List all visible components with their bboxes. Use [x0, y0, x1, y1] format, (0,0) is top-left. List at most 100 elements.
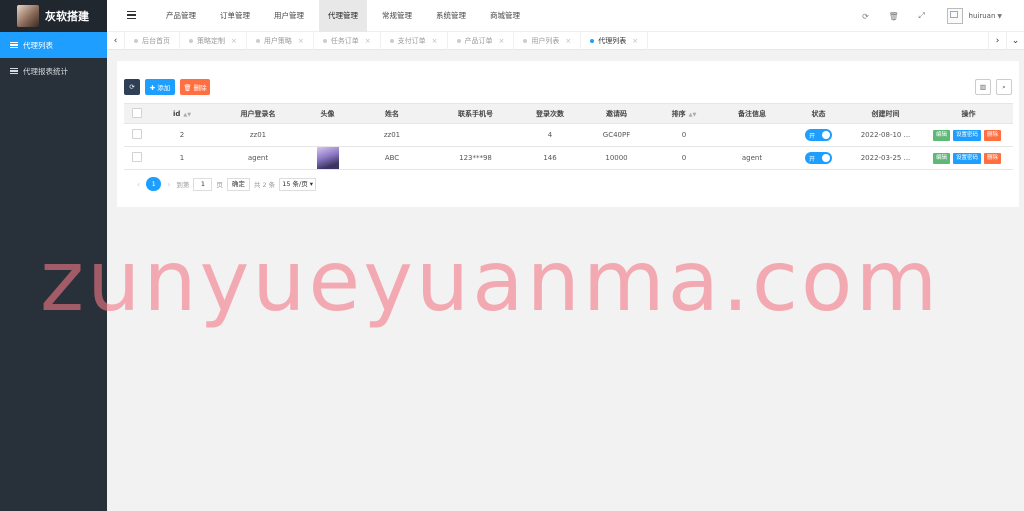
- tab-label: 产品订单: [464, 37, 493, 45]
- confirm-page-button[interactable]: 确定: [226, 177, 250, 191]
- sort-icon[interactable]: ▲▼: [183, 112, 191, 118]
- prev-page-icon[interactable]: ‹: [137, 180, 140, 189]
- cell-login: agent: [215, 146, 301, 170]
- tab-product-orders[interactable]: 产品订单 ×: [448, 32, 515, 50]
- close-icon[interactable]: ×: [499, 37, 505, 45]
- topnav-product[interactable]: 产品管理: [157, 0, 205, 32]
- refresh-button[interactable]: ⟳: [124, 79, 140, 95]
- cell-logins: 146: [521, 146, 579, 170]
- tab-label: 任务订单: [330, 37, 359, 45]
- tabs-menu-chevron-down-icon[interactable]: ⌄: [1006, 32, 1024, 50]
- menu-toggle-icon[interactable]: [127, 11, 136, 19]
- cell-invite: GC40PF: [579, 123, 654, 147]
- avatar[interactable]: [316, 147, 339, 169]
- tabs-scroll-right-icon[interactable]: ›: [988, 32, 1006, 50]
- col-name: 姓名: [354, 103, 430, 124]
- top-nav: 产品管理 订单管理 用户管理 代理管理 常规管理 系统管理 商城管理: [157, 0, 535, 32]
- refresh-icon[interactable]: ⟳: [859, 9, 873, 23]
- row-checkbox[interactable]: [124, 146, 149, 170]
- set-password-button[interactable]: 设置密码: [952, 152, 981, 164]
- tab-dashboard[interactable]: 后台首页: [125, 32, 180, 50]
- tab-dot: [389, 39, 394, 43]
- tab-strategy-custom[interactable]: 策略定制 ×: [180, 32, 247, 50]
- set-password-button[interactable]: 设置密码: [952, 129, 981, 141]
- tab-user-strategy[interactable]: 用户策略 ×: [247, 32, 314, 50]
- status-toggle[interactable]: 开: [805, 152, 832, 164]
- user-avatar[interactable]: [946, 8, 963, 24]
- close-icon[interactable]: ×: [632, 37, 638, 45]
- tab-user-list[interactable]: 用户列表 ×: [514, 32, 582, 50]
- edit-button[interactable]: 编辑: [932, 129, 950, 141]
- delete-row-button[interactable]: 删除: [984, 152, 1002, 164]
- search-icon: ⌕: [1002, 82, 1006, 91]
- list-icon: [10, 67, 18, 75]
- sort-icon[interactable]: ▲▼: [689, 112, 697, 118]
- delete-row-button[interactable]: 删除: [984, 129, 1002, 141]
- close-icon[interactable]: ×: [298, 37, 304, 45]
- cell-id: 2: [149, 123, 215, 147]
- brand-name: 灰软搭建: [45, 10, 89, 23]
- trash-icon[interactable]: 🗑: [887, 9, 901, 23]
- topnav-orders[interactable]: 订单管理: [211, 0, 259, 32]
- tab-pay-orders[interactable]: 支付订单 ×: [381, 32, 448, 50]
- tab-bar: ‹ 后台首页 策略定制 × 用户策略 × 任务订单 × 支付订单 × 产品订单 × 用户列…: [107, 32, 1024, 50]
- col-id[interactable]: id ▲▼: [149, 103, 215, 124]
- page-unit: 页: [216, 181, 223, 189]
- close-icon[interactable]: ×: [432, 37, 438, 45]
- current-page[interactable]: 1: [146, 177, 162, 191]
- caret-down-icon: ▼: [997, 13, 1002, 20]
- table-row: 2 zz01 zz01 4 GC40PF 0 开 2022-08-10 ... …: [124, 123, 1013, 147]
- page-input[interactable]: 1: [193, 177, 213, 191]
- tab-dot: [189, 39, 193, 43]
- pagination: ‹ 1 › 到第 1 页 确定 共 2 条 15 条/页 ▾: [131, 177, 317, 191]
- cell-login: zz01: [215, 123, 301, 147]
- search-button[interactable]: ⌕: [996, 79, 1012, 95]
- status-toggle[interactable]: 开: [805, 129, 832, 141]
- fullscreen-icon[interactable]: ⤢: [915, 9, 929, 23]
- select-all-checkbox[interactable]: [124, 103, 149, 124]
- next-page-icon[interactable]: ›: [167, 180, 170, 189]
- topnav-system[interactable]: 系统管理: [427, 0, 475, 32]
- tab-agent-list[interactable]: 代理列表 ×: [581, 32, 649, 50]
- topnav-users[interactable]: 用户管理: [265, 0, 313, 32]
- brand[interactable]: 灰软搭建: [0, 0, 107, 32]
- col-avatar: 头像: [301, 103, 354, 124]
- close-icon[interactable]: ×: [231, 37, 237, 45]
- tabs: 后台首页 策略定制 × 用户策略 × 任务订单 × 支付订单 × 产品订单 × 用户列表 ×…: [125, 32, 649, 50]
- add-button[interactable]: ✚ 添加: [145, 79, 175, 95]
- delete-button[interactable]: 🗑 删除: [180, 79, 210, 95]
- tabs-scroll-left-icon[interactable]: ‹: [107, 32, 125, 50]
- col-ops: 操作: [924, 103, 1013, 124]
- cell-name: ABC: [354, 146, 430, 170]
- columns-button[interactable]: ▥: [975, 79, 991, 95]
- cell-ops: 编辑 设置密码 删除: [924, 146, 1013, 170]
- topnav-agents[interactable]: 代理管理: [319, 0, 367, 32]
- cell-status: 开: [790, 123, 847, 147]
- row-checkbox[interactable]: [124, 123, 149, 147]
- close-icon[interactable]: ×: [565, 37, 571, 45]
- tab-task-orders[interactable]: 任务订单 ×: [314, 32, 381, 50]
- page-size-select[interactable]: 15 条/页 ▾: [279, 177, 317, 191]
- list-icon: [10, 41, 18, 49]
- edit-button[interactable]: 编辑: [932, 152, 950, 164]
- col-created: 创建时间: [847, 103, 924, 124]
- sidebar-item-agent-list[interactable]: 代理列表: [0, 32, 107, 58]
- tab-dot: [322, 39, 327, 43]
- user-menu[interactable]: huiruan ▼: [969, 12, 1002, 20]
- sidebar-item-agent-report[interactable]: 代理报表统计: [0, 58, 107, 84]
- close-icon[interactable]: ×: [365, 37, 371, 45]
- tab-label: 策略定制: [197, 37, 225, 45]
- topnav-general[interactable]: 常规管理: [373, 0, 421, 32]
- topnav-mall[interactable]: 商城管理: [481, 0, 529, 32]
- cell-phone: [430, 123, 521, 147]
- col-sort[interactable]: 排序 ▲▼: [654, 103, 714, 124]
- col-remark: 备注信息: [714, 103, 790, 124]
- cell-logins: 4: [521, 123, 579, 147]
- col-logins: 登录次数: [521, 103, 579, 124]
- username: huiruan: [968, 12, 996, 20]
- tab-dot: [590, 39, 595, 43]
- tab-dot: [456, 39, 461, 43]
- sidebar-item-label: 代理列表: [23, 40, 53, 50]
- brand-logo: [17, 5, 39, 27]
- col-status: 状态: [790, 103, 847, 124]
